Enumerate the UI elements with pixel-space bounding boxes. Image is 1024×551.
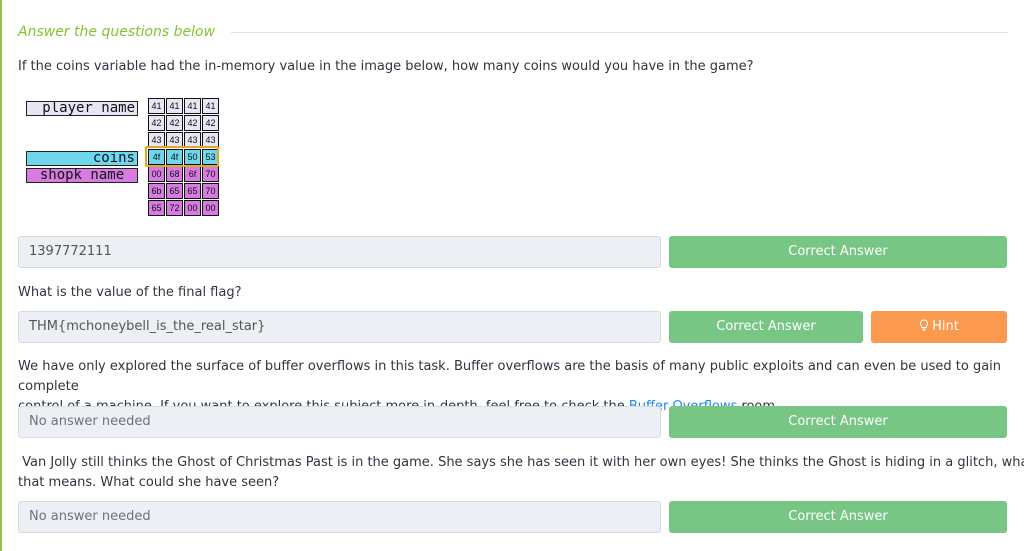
hint-label: Hint — [932, 319, 959, 334]
memory-cell: 41 — [184, 98, 201, 114]
memory-cell: 70 — [202, 166, 219, 182]
memory-cell: 65 — [148, 200, 165, 216]
memory-cell: 00 — [184, 200, 201, 216]
question-3-line-1: We have only explored the surface of buf… — [18, 359, 1002, 394]
left-accent-border — [0, 0, 2, 551]
memory-cell: 6f — [184, 166, 201, 182]
memory-cell: 42 — [166, 115, 183, 131]
answer-field-4[interactable]: No answer needed — [18, 501, 661, 533]
memory-diagram: player_name coins shopk_name 41 41 41 41 42 4… — [26, 98, 226, 220]
answer-field-1[interactable]: 1397772111 — [18, 236, 661, 268]
correct-answer-button-4[interactable]: Correct Answer — [669, 501, 1007, 533]
memory-cell: 65 — [184, 183, 201, 199]
memory-cell: 00 — [148, 166, 165, 182]
memory-cell: 42 — [202, 115, 219, 131]
question-2-text: What is the value of the final flag? — [18, 285, 242, 300]
memory-cell: 00 — [202, 200, 219, 216]
correct-answer-button-2[interactable]: Correct Answer — [669, 311, 863, 343]
section-divider — [231, 31, 1008, 33]
memory-cell: 70 — [202, 183, 219, 199]
memory-cell: 68 — [166, 166, 183, 182]
question-4-line-1: Van Jolly still thinks the Ghost of Chri… — [18, 455, 1024, 470]
question-4-line-2: that means. What could she have seen? — [18, 475, 280, 490]
lightbulb-icon — [919, 311, 929, 343]
answer-field-3[interactable]: No answer needed — [18, 406, 661, 438]
memory-cell: 41 — [166, 98, 183, 114]
memory-cell: 42 — [148, 115, 165, 131]
correct-answer-button-1[interactable]: Correct Answer — [669, 236, 1007, 268]
memory-cell: 6b — [148, 183, 165, 199]
question-4-text: Van Jolly still thinks the Ghost of Chri… — [18, 453, 1024, 493]
memory-cell: 42 — [184, 115, 201, 131]
shopk-name-label: shopk_name — [26, 168, 138, 183]
memory-cell: 72 — [166, 200, 183, 216]
answer-field-2[interactable]: THM{mchoneybell_is_the_real_star} — [18, 311, 661, 343]
section-title: Answer the questions below — [18, 24, 216, 40]
correct-answer-button-3[interactable]: Correct Answer — [669, 406, 1007, 438]
question-1-text: If the coins variable had the in-memory … — [18, 59, 754, 74]
memory-cell: 41 — [148, 98, 165, 114]
hint-button[interactable]: Hint — [871, 311, 1007, 343]
memory-cell: 41 — [202, 98, 219, 114]
coins-highlight-box — [145, 146, 219, 167]
coins-label: coins — [26, 151, 138, 166]
player-name-label: player_name — [26, 101, 138, 116]
memory-cell: 65 — [166, 183, 183, 199]
section-header: Answer the questions below — [18, 22, 1008, 42]
